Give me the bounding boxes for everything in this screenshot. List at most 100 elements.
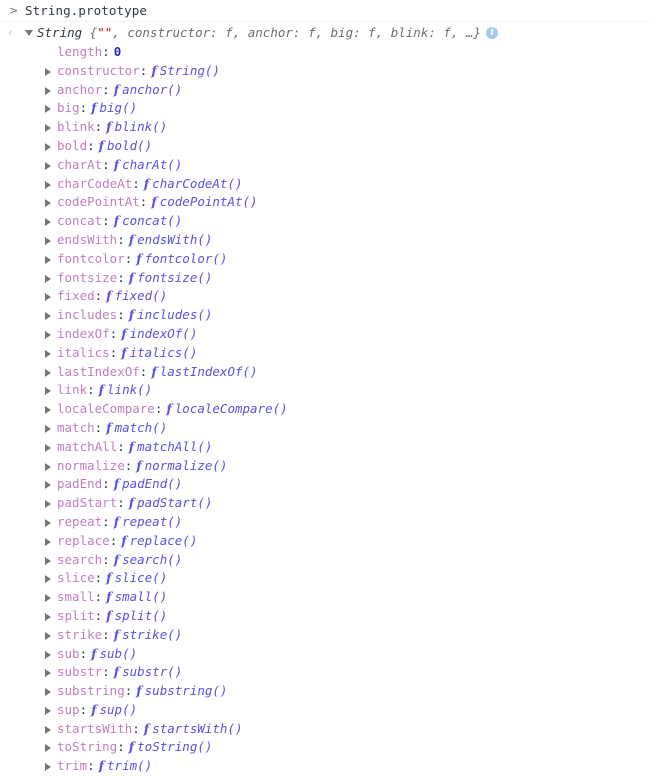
property-row[interactable]: strike: f strike() <box>0 626 650 645</box>
console-result-row[interactable]: ‹ String {"", constructor: f, anchor: f,… <box>0 22 650 43</box>
property-row[interactable]: charAt: f charAt() <box>0 156 650 175</box>
property-row[interactable]: blink: f blink() <box>0 118 650 137</box>
property-name: matchAll <box>57 438 118 454</box>
property-row[interactable]: localeCompare: f localeCompare() <box>0 400 650 419</box>
triangle-right-icon[interactable] <box>45 293 51 302</box>
info-icon[interactable]: i <box>486 27 499 39</box>
triangle-right-icon[interactable] <box>45 556 51 565</box>
triangle-right-icon[interactable] <box>45 124 51 133</box>
function-signature: concat() <box>122 213 183 229</box>
triangle-right-icon[interactable] <box>45 500 51 509</box>
property-value-function: f repeat() <box>114 514 183 529</box>
property-colon: : <box>94 288 103 304</box>
property-row[interactable]: trim: f trim() <box>0 757 650 776</box>
property-row[interactable]: sup: f sup() <box>0 701 650 720</box>
triangle-right-icon[interactable] <box>45 67 51 76</box>
property-row[interactable]: anchor: f anchor() <box>0 81 650 100</box>
triangle-right-icon[interactable] <box>45 481 51 490</box>
function-signature: padEnd() <box>122 476 183 492</box>
property-row[interactable]: padEnd: f padEnd() <box>0 475 650 494</box>
property-row[interactable]: length: 0 <box>0 43 650 62</box>
property-value-function: f normalize() <box>136 458 227 473</box>
triangle-right-icon[interactable] <box>45 406 51 415</box>
triangle-right-icon[interactable] <box>45 236 51 245</box>
property-row[interactable]: startsWith: f startsWith() <box>0 720 650 739</box>
property-row[interactable]: codePointAt: f codePointAt() <box>0 193 650 212</box>
triangle-right-icon[interactable] <box>45 180 51 189</box>
property-colon: : <box>132 720 140 736</box>
triangle-right-icon[interactable] <box>45 725 51 734</box>
triangle-right-icon[interactable] <box>45 86 51 95</box>
triangle-right-icon[interactable] <box>45 763 51 772</box>
function-signature: bold() <box>107 137 153 153</box>
triangle-right-icon[interactable] <box>45 612 51 621</box>
property-row[interactable]: replace: f replace() <box>0 532 650 551</box>
triangle-right-icon[interactable] <box>45 161 51 170</box>
property-row[interactable]: split: f split() <box>0 607 650 626</box>
triangle-right-icon[interactable] <box>45 537 51 546</box>
triangle-right-icon[interactable] <box>45 424 51 433</box>
function-signature: charAt() <box>122 156 183 172</box>
property-row[interactable]: italics: f italics() <box>0 344 650 363</box>
function-signature: endsWith() <box>137 231 213 247</box>
property-row[interactable]: endsWith: f endsWith() <box>0 231 650 250</box>
property-name: search <box>57 551 103 567</box>
property-row[interactable]: fixed: f fixed() <box>0 287 650 306</box>
property-row[interactable]: slice: f slice() <box>0 569 650 588</box>
property-name: anchor <box>57 81 103 97</box>
property-row[interactable]: concat: f concat() <box>0 212 650 231</box>
property-row[interactable]: toString: f toString() <box>0 738 650 757</box>
triangle-right-icon[interactable] <box>45 274 51 283</box>
property-row[interactable]: padStart: f padStart() <box>0 494 650 513</box>
property-row[interactable]: normalize: f normalize() <box>0 457 650 476</box>
triangle-right-icon[interactable] <box>45 594 51 603</box>
property-row[interactable]: repeat: f repeat() <box>0 513 650 532</box>
property-row[interactable]: search: f search() <box>0 551 650 570</box>
property-name: localeCompare <box>57 401 155 417</box>
property-value-function: f big() <box>91 100 137 115</box>
property-row[interactable]: indexOf: f indexOf() <box>0 325 650 344</box>
property-value-function: f fixed() <box>106 288 167 303</box>
triangle-right-icon[interactable] <box>45 443 51 452</box>
triangle-right-icon[interactable] <box>45 199 51 208</box>
property-row[interactable]: matchAll: f matchAll() <box>0 438 650 457</box>
triangle-right-icon[interactable] <box>45 706 51 715</box>
property-row[interactable]: includes: f includes() <box>0 306 650 325</box>
property-row[interactable]: substr: f substr() <box>0 663 650 682</box>
triangle-right-icon[interactable] <box>45 105 51 114</box>
property-row[interactable]: charCodeAt: f charCodeAt() <box>0 175 650 194</box>
property-value-function: f link() <box>99 382 153 397</box>
triangle-right-icon[interactable] <box>45 368 51 377</box>
triangle-right-icon[interactable] <box>45 387 51 396</box>
triangle-right-icon[interactable] <box>45 142 51 151</box>
property-row[interactable]: link: f link() <box>0 381 650 400</box>
property-row[interactable]: lastIndexOf: f lastIndexOf() <box>0 363 650 382</box>
property-row[interactable]: constructor: f String() <box>0 62 650 81</box>
triangle-right-icon[interactable] <box>45 575 51 584</box>
property-row[interactable]: sub: f sub() <box>0 645 650 664</box>
triangle-right-icon[interactable] <box>45 312 51 321</box>
triangle-right-icon[interactable] <box>45 255 51 264</box>
triangle-right-icon[interactable] <box>45 330 51 339</box>
triangle-right-icon[interactable] <box>45 518 51 527</box>
property-row[interactable]: fontsize: f fontsize() <box>0 269 650 288</box>
property-name: charCodeAt <box>57 175 133 191</box>
triangle-right-icon[interactable] <box>45 688 51 697</box>
property-row[interactable]: big: f big() <box>0 99 650 118</box>
triangle-right-icon[interactable] <box>45 631 51 640</box>
property-row[interactable]: match: f match() <box>0 419 650 438</box>
triangle-right-icon[interactable] <box>45 218 51 227</box>
triangle-right-icon[interactable] <box>45 650 51 659</box>
property-row[interactable]: fontcolor: f fontcolor() <box>0 250 650 269</box>
triangle-down-icon[interactable] <box>25 30 33 36</box>
triangle-right-icon[interactable] <box>45 669 51 678</box>
triangle-right-icon[interactable] <box>45 744 51 753</box>
console-input-row[interactable]: > String.prototype <box>0 0 650 22</box>
property-row[interactable]: bold: f bold() <box>0 137 650 156</box>
property-row[interactable]: small: f small() <box>0 588 650 607</box>
function-marker-icon: f <box>128 739 135 755</box>
property-row[interactable]: substring: f substring() <box>0 682 650 701</box>
triangle-right-icon[interactable] <box>45 462 51 471</box>
property-value-function: f padStart() <box>129 495 213 510</box>
triangle-right-icon[interactable] <box>45 349 51 358</box>
